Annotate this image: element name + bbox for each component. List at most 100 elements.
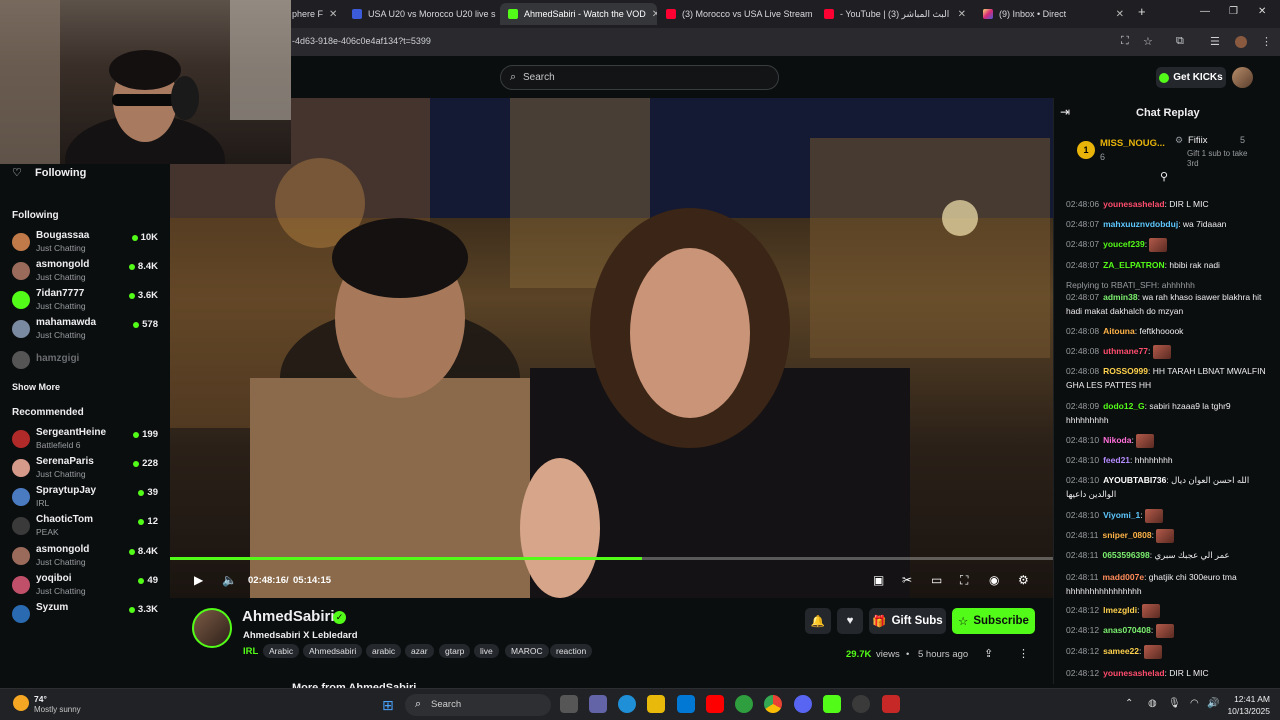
fullscreen-icon[interactable]: ⛶	[960, 573, 968, 588]
chat-username[interactable]: ZA_ELPATRON	[1103, 260, 1165, 270]
profile-avatar[interactable]	[1235, 36, 1247, 48]
collapse-chat-icon[interactable]: ⇥	[1060, 105, 1070, 119]
chat-username[interactable]: younesashelad	[1103, 668, 1164, 678]
edge-icon[interactable]	[618, 695, 636, 713]
share-icon[interactable]: ⇪	[984, 647, 993, 660]
translate-icon[interactable]: ⛶	[1121, 35, 1129, 48]
volume-icon[interactable]: 🔈	[222, 573, 237, 587]
browser-tab[interactable]: (3) Morocco vs USA Live Stream✕	[658, 3, 815, 25]
browser-tab[interactable]: USA U20 vs Morocco U20 live s✕	[344, 3, 499, 25]
chat-username[interactable]: uthmane77	[1103, 346, 1148, 356]
sidebar-item-following[interactable]: Bougassaa Just Chatting 10K	[12, 230, 162, 256]
xbox-icon[interactable]	[735, 695, 753, 713]
chat-username[interactable]: feed21	[1103, 455, 1130, 465]
close-icon[interactable]: ✕	[958, 9, 966, 20]
close-icon[interactable]: ✕	[329, 9, 337, 20]
gift-subs-button[interactable]: 🎁 Gift Subs	[869, 608, 946, 634]
stream-category[interactable]: IRL	[243, 646, 258, 657]
chat-username[interactable]: madd007e	[1102, 572, 1144, 582]
tag[interactable]: gtarp	[439, 644, 471, 658]
filter-icon[interactable]: ⚲	[1160, 170, 1168, 183]
sidebar-item-following[interactable]: asmongold Just Chatting 8.4K	[12, 259, 162, 285]
chat-username[interactable]: younesashelad	[1103, 199, 1164, 209]
chat-username[interactable]: Nikoda	[1103, 435, 1131, 445]
discord-icon[interactable]	[794, 695, 812, 713]
sidebar-item-recommended[interactable]: asmongold Just Chatting 8.4K	[12, 544, 162, 570]
windows-start-icon[interactable]: ⊞	[382, 697, 394, 714]
user-avatar[interactable]	[1232, 67, 1253, 88]
close-icon[interactable]: ✕	[652, 9, 657, 20]
tray-app-icon[interactable]: ◍	[1148, 698, 1157, 709]
tag[interactable]: azar	[405, 644, 434, 658]
chat-username[interactable]: AYOUBTABI736	[1103, 475, 1166, 485]
tag[interactable]: Ahmedsabiri	[303, 644, 363, 658]
clock-date[interactable]: 10/13/2025	[1215, 706, 1270, 716]
show-more-link[interactable]: Show More	[12, 382, 60, 392]
search-bar[interactable]: ⌕ Search	[500, 65, 779, 90]
chat-username[interactable]: lmezgldi	[1103, 605, 1137, 615]
tag[interactable]: Arabic	[263, 644, 300, 658]
teams-icon[interactable]	[589, 695, 607, 713]
antivirus-icon[interactable]	[882, 695, 900, 713]
outlook-icon[interactable]	[677, 695, 695, 713]
chat-username[interactable]: anas070408	[1103, 625, 1151, 635]
new-tab-icon[interactable]: +	[1138, 4, 1146, 19]
sidebar-item-recommended[interactable]: Syzum 3.3K	[12, 602, 162, 628]
kick-app-icon[interactable]	[823, 695, 841, 713]
wifi-icon[interactable]: ◠	[1190, 698, 1199, 709]
tag[interactable]: live	[474, 644, 499, 658]
sidebar-item-recommended[interactable]: ChaoticTom PEAK 12	[12, 514, 162, 540]
tray-chevron-icon[interactable]: ⌃	[1125, 698, 1133, 709]
follow-heart-button[interactable]: ♥	[837, 608, 863, 634]
browser-tab[interactable]: - YouTube | البث المباشر (3) ✕	[816, 3, 974, 25]
settings-gear-icon[interactable]: ⚙	[1018, 573, 1029, 587]
speed-icon[interactable]: ◉	[989, 573, 999, 587]
sidebar-item-following[interactable]: mahamawda Just Chatting 578	[12, 317, 162, 343]
chat-username[interactable]: 0653596398	[1102, 550, 1149, 560]
play-icon[interactable]: ▶	[194, 573, 203, 587]
chat-username[interactable]: youcef239	[1103, 239, 1145, 249]
reading-list-icon[interactable]: ☰	[1210, 35, 1220, 48]
chat-username[interactable]: Viyomi_1	[1103, 510, 1140, 520]
file-explorer-icon[interactable]	[647, 695, 665, 713]
maximize-icon[interactable]: ❐	[1229, 6, 1238, 17]
tag[interactable]: arabic	[366, 644, 402, 658]
sidebar-item-recommended[interactable]: SerenaParis Just Chatting 228	[12, 456, 162, 482]
leader-name[interactable]: Fifiix	[1188, 135, 1208, 146]
clock-time[interactable]: 12:41 AM	[1225, 694, 1270, 704]
extensions-icon[interactable]: ⧉	[1176, 35, 1184, 48]
subscribe-button[interactable]: ☆ Subscribe	[952, 608, 1035, 634]
clip-icon[interactable]: ✂	[902, 573, 912, 587]
search-input[interactable]: Search	[523, 72, 555, 83]
streamer-name[interactable]: AhmedSabiri	[242, 608, 335, 625]
browser-tab[interactable]: (9) Inbox • Direct ✕	[975, 3, 1132, 25]
more-options-icon[interactable]: ⋮	[1018, 647, 1029, 660]
microphone-icon[interactable]: 🎙	[1168, 698, 1181, 709]
chat-username[interactable]: admin38	[1103, 292, 1138, 302]
video-player[interactable]	[170, 98, 1053, 598]
chat-username[interactable]: samee22	[1103, 646, 1139, 656]
browser-tab-active[interactable]: AhmedSabiri - Watch the VOD ✕	[500, 3, 657, 25]
sidebar-item-offline[interactable]: hamzgigi	[12, 348, 162, 374]
taskbar-search[interactable]: ⌕ Search	[405, 694, 551, 716]
close-window-icon[interactable]: ✕	[1258, 6, 1266, 17]
sidebar-item-recommended[interactable]: SpraytupJay IRL 39	[12, 485, 162, 511]
notification-bell-button[interactable]: 🔔	[805, 608, 831, 634]
chat-username[interactable]: ROSSO999	[1103, 366, 1148, 376]
menu-kebab-icon[interactable]: ⋮	[1261, 35, 1272, 48]
sidebar-item-recommended[interactable]: SergeantHeine Battlefield 6 199	[12, 427, 162, 453]
following-title[interactable]: Following	[35, 167, 86, 179]
chat-username[interactable]: mahxuuznvdobduj	[1103, 219, 1178, 229]
chat-username[interactable]: dodo12_G	[1103, 401, 1145, 411]
sidebar-item-recommended[interactable]: yoqiboi Just Chatting 49	[12, 573, 162, 599]
theater-mode-icon[interactable]: ▭	[931, 573, 942, 587]
tag[interactable]: MAROC	[505, 644, 549, 658]
streamer-avatar[interactable]	[192, 608, 232, 648]
chrome-icon[interactable]	[764, 695, 782, 713]
youtube-icon[interactable]	[706, 695, 724, 713]
pip-icon[interactable]: ▣	[873, 573, 884, 587]
chat-username[interactable]: Aitouna	[1103, 326, 1135, 336]
task-view-icon[interactable]	[560, 695, 578, 713]
bookmark-star-icon[interactable]: ☆	[1143, 35, 1153, 48]
url-field[interactable]: -4d63-918e-406c0e4af134?t=5399	[292, 36, 431, 46]
